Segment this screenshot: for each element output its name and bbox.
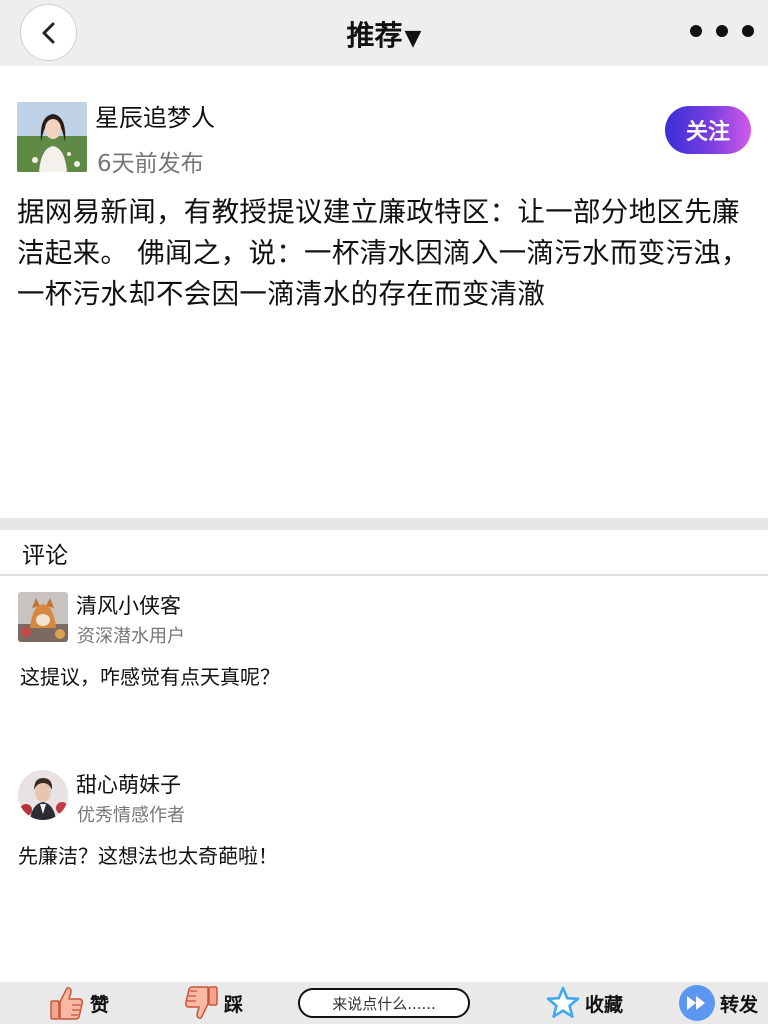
feed-title: 推荐 [346,19,403,52]
more-dots-icon [690,25,702,37]
dropdown-caret-icon: ▼ [404,26,422,51]
comments-heading: 评论 [22,543,68,569]
comment-author-badge: 优秀情感作者 [77,805,185,826]
dislike-button[interactable]: 踩 [182,982,243,1024]
feed-selector[interactable]: 推荐▼ [0,14,768,54]
like-button[interactable]: 赞 [48,982,109,1024]
dislike-label: 踩 [224,993,244,1016]
forward-icon [679,985,715,1021]
bottom-action-bar: 赞 踩 来说点什么...... 收藏 转发 [0,982,768,1024]
post-content: 据网易新闻，有教授提议建立廉政特区：让一部分地区先廉洁起来。 佛闻之，说：一杯清… [17,196,749,310]
author-avatar[interactable] [17,102,87,172]
comment-text: 先廉洁？这想法也太奇葩啦！ [18,844,278,868]
more-options-button[interactable] [690,22,754,40]
like-label: 赞 [90,993,110,1016]
top-bar: 推荐▼ [0,0,768,66]
comment-avatar[interactable] [18,770,68,820]
share-button[interactable]: 转发 [678,982,758,1024]
star-icon [546,986,580,1018]
follow-button[interactable]: 关注 [665,106,751,154]
post-timestamp: 6天前发布 [97,151,204,177]
share-label: 转发 [720,993,759,1016]
favorite-label: 收藏 [585,993,624,1016]
comment-text: 这提议，咋感觉有点天真呢？ [20,665,280,689]
author-name[interactable]: 星辰追梦人 [95,98,215,133]
comment-author[interactable]: 甜心萌妹子 [76,769,181,799]
comment-avatar[interactable] [18,592,68,642]
comment-input[interactable]: 来说点什么...... [298,988,470,1018]
thumbs-up-icon [50,987,83,1020]
thumbs-down-icon [185,986,218,1019]
comment-author[interactable]: 清风小侠客 [76,590,181,620]
section-divider [0,518,768,530]
favorite-button[interactable]: 收藏 [545,982,623,1024]
comments-divider [0,574,768,576]
comment-author-badge: 资深潜水用户 [77,626,185,647]
